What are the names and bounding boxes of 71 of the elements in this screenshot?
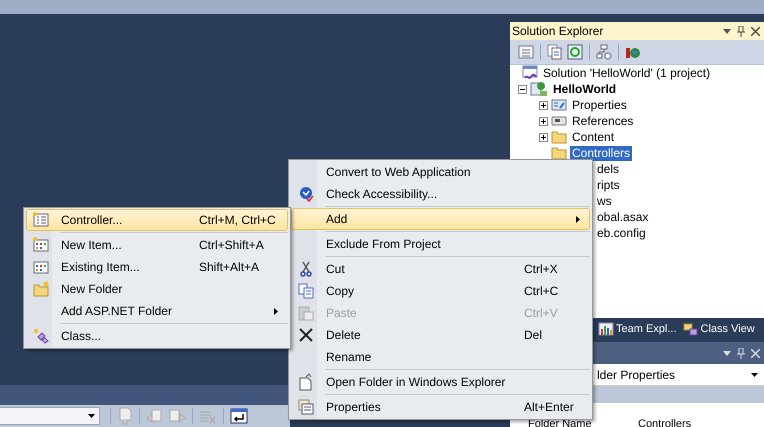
tree-item[interactable]: Content [570, 130, 616, 144]
panel-tab[interactable]: Class View [680, 318, 757, 340]
properties-icon [551, 97, 567, 113]
pin-icon[interactable] [737, 26, 745, 36]
word-wrap-icon[interactable] [230, 408, 248, 424]
tree-item[interactable]: Solution 'HelloWorld' (1 project) [541, 66, 712, 80]
copy-icon [298, 283, 314, 299]
expand-icon[interactable] [539, 116, 548, 126]
class-diagram-icon[interactable] [596, 44, 612, 60]
close-icon[interactable] [751, 26, 760, 36]
shortcut-text: Ctrl+C [524, 284, 558, 298]
project-icon [530, 81, 548, 97]
document-arrow-icon [299, 373, 313, 391]
bar-chart-icon [598, 321, 614, 337]
panel-tab[interactable]: Team Expl... [596, 318, 679, 340]
clipboard-icon [298, 305, 314, 321]
properties-window-icon [298, 399, 314, 415]
tree-item[interactable]: dels [595, 162, 622, 176]
menu-item[interactable]: Copy Ctrl+C [291, 280, 590, 302]
class-view-icon [682, 321, 699, 337]
tree-item[interactable]: References [570, 114, 636, 128]
dropdown-arrow-icon [88, 414, 95, 418]
tree-item[interactable]: ripts [595, 178, 622, 192]
menu-item[interactable]: New Folder [26, 278, 288, 300]
tree-item[interactable]: eb.config [595, 226, 648, 240]
collapse-icon[interactable] [518, 84, 527, 94]
menu-item[interactable]: Controller... Ctrl+M, Ctrl+C [26, 209, 288, 231]
properties-icon[interactable] [518, 44, 534, 60]
shortcut-text: Ctrl+Shift+A [199, 238, 264, 252]
property-value[interactable]: Controllers [620, 419, 692, 427]
menu-item[interactable]: Cut Ctrl+X [291, 258, 590, 280]
shortcut-text: Ctrl+M, Ctrl+C [199, 213, 276, 227]
shortcut-text: Ctrl+V [524, 306, 558, 320]
shortcut-text: Del [524, 328, 542, 342]
folder-icon [551, 145, 567, 161]
expand-icon[interactable] [539, 100, 548, 110]
dropdown-icon[interactable] [723, 28, 731, 34]
menu-item[interactable]: Existing Item... Shift+Alt+A [26, 256, 288, 278]
code-file-icon [33, 212, 49, 228]
tree-item[interactable]: Properties [570, 98, 629, 112]
delete-icon [299, 328, 313, 342]
menu-item[interactable]: Class... [26, 325, 288, 347]
menu-item[interactable]: Add ASP.NET Folder [26, 300, 288, 322]
solution-icon [522, 65, 538, 81]
folder-icon [551, 129, 567, 145]
refresh-icon[interactable] [567, 44, 583, 60]
dropdown-arrow-icon [751, 372, 758, 376]
dropdown-icon[interactable] [723, 350, 731, 356]
existing-item-icon [33, 259, 49, 275]
menu-item[interactable]: Convert to Web Application [291, 161, 590, 183]
scissors-icon [300, 261, 312, 277]
new-folder-icon [33, 281, 49, 297]
menu-item[interactable]: New Item... Ctrl+Shift+A [26, 234, 288, 256]
shortcut-text: Ctrl+X [524, 262, 558, 276]
menu-item[interactable]: Add [291, 208, 590, 230]
menu-item[interactable]: Delete Del [291, 324, 590, 346]
accessibility-check-icon [298, 186, 314, 202]
new-item-icon [33, 237, 49, 253]
shortcut-text: Alt+Enter [524, 400, 574, 414]
expand-icon[interactable] [539, 132, 548, 142]
files-icon[interactable] [547, 44, 563, 60]
class-icon [33, 328, 49, 344]
tree-item[interactable]: Controllers [570, 146, 632, 160]
panel-title: Solution Explorer [512, 24, 604, 38]
tree-item[interactable]: HelloWorld [551, 82, 618, 96]
shortcut-text: Shift+Alt+A [199, 260, 260, 274]
menu-item[interactable]: Check Accessibility... [291, 183, 590, 205]
tree-item[interactable]: obal.asax [595, 210, 650, 224]
menu-item[interactable]: Exclude From Project [291, 233, 590, 255]
tree-item[interactable]: ws [595, 194, 614, 208]
menu-item[interactable]: Properties Alt+Enter [291, 396, 590, 418]
